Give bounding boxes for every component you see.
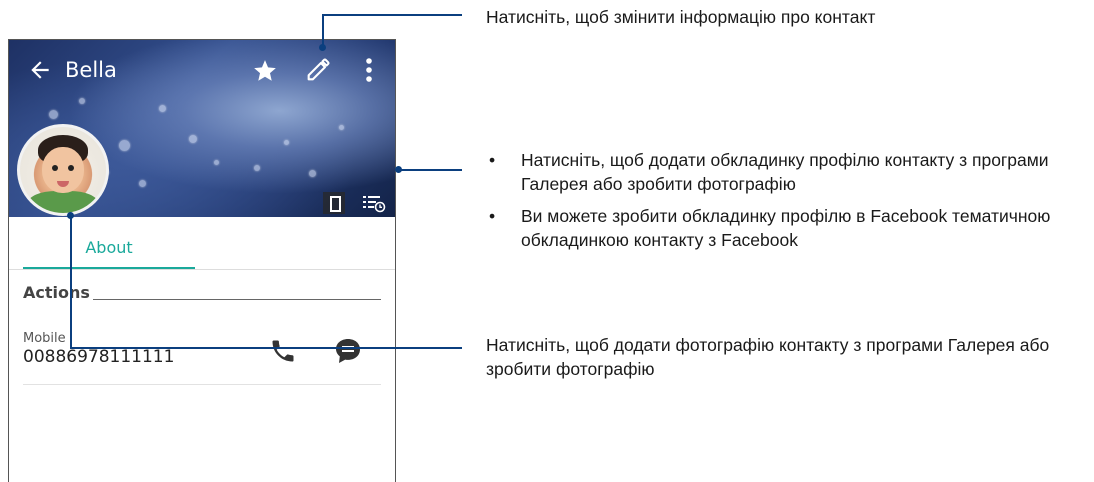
message-icon[interactable] (333, 336, 363, 366)
timeline-icon[interactable] (361, 192, 387, 214)
callout-line (398, 169, 462, 171)
divider (9, 269, 395, 270)
list-item: Ви можете зробити обкладинку профілю в F… (487, 204, 1087, 252)
divider (93, 299, 381, 300)
star-icon[interactable] (252, 58, 278, 84)
phone-outline-icon[interactable] (323, 192, 345, 214)
callout-line (70, 215, 72, 349)
more-vert-icon[interactable] (359, 56, 379, 84)
callout-line (70, 347, 462, 349)
tab-about[interactable]: About (23, 228, 195, 268)
mobile-number[interactable]: 00886978111111 (23, 347, 174, 367)
mobile-label: Mobile (23, 331, 66, 346)
callout-photo: Натисніть, щоб додати фотографію контакт… (486, 335, 1050, 379)
actions-heading: Actions (23, 283, 90, 302)
callout-dot (319, 44, 326, 51)
callout-cover-list: Натисніть, щоб додати обкладинку профілю… (487, 148, 1087, 260)
callout-line (322, 14, 462, 16)
contact-name: Bella (65, 58, 117, 82)
contact-photo[interactable] (17, 124, 109, 216)
divider (23, 384, 381, 385)
callout-edit: Натисніть, щоб змінити інформацію про ко… (486, 7, 876, 27)
callout-line (322, 14, 324, 48)
arrow-left-icon[interactable] (27, 57, 53, 83)
pencil-icon[interactable] (304, 56, 332, 84)
phone-icon[interactable] (269, 337, 297, 365)
toolbar: Bella (9, 40, 395, 100)
contact-screen: Bella About Actions Mobile 0088697811111… (8, 39, 396, 482)
callout-dot (395, 166, 402, 173)
list-item: Натисніть, щоб додати обкладинку профілю… (487, 148, 1087, 196)
